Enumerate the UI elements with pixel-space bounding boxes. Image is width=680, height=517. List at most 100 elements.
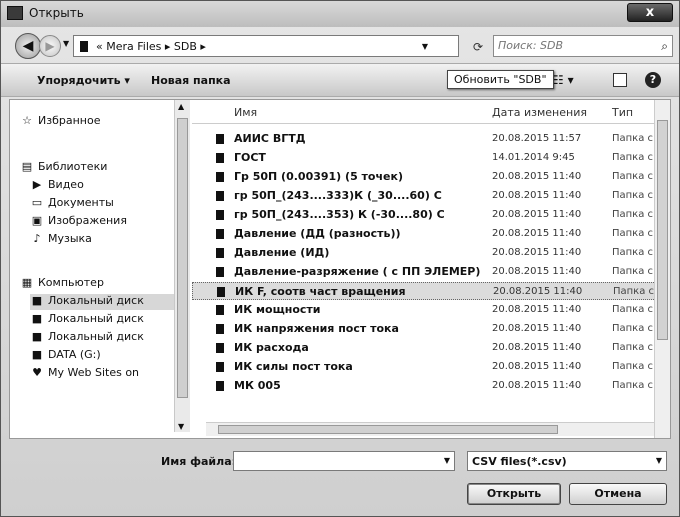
sidebar-item-local-disk[interactable]: ■ Локальный диск bbox=[30, 312, 176, 328]
back-button[interactable]: ◀ bbox=[15, 33, 41, 59]
folder-icon bbox=[216, 229, 224, 239]
file-row[interactable]: ИК мощности 20.08.2015 11:40 Папка с ф bbox=[192, 301, 662, 319]
sidebar-item-favorites[interactable]: ☆ Избранное bbox=[20, 114, 176, 130]
search-box[interactable]: ⌕ bbox=[493, 35, 673, 57]
sidebar-item-music[interactable]: ♪ Музыка bbox=[30, 232, 176, 248]
sidebar-item-label: Музыка bbox=[48, 232, 92, 245]
sidebar-item-pictures[interactable]: ▣ Изображения bbox=[30, 214, 176, 230]
file-row[interactable]: ГОСТ 14.01.2014 9:45 Папка с ф bbox=[192, 149, 662, 167]
cancel-button[interactable]: Отмена bbox=[569, 483, 667, 505]
scroll-thumb[interactable] bbox=[218, 425, 558, 434]
filename-field[interactable]: ▼ bbox=[233, 451, 455, 471]
chevron-down-icon[interactable]: ▼ bbox=[656, 456, 662, 465]
scroll-down-icon[interactable]: ▼ bbox=[178, 422, 184, 431]
views-menu-button[interactable]: ☷ ▾ bbox=[553, 73, 574, 87]
file-name: гр 50П_(243....333)К (_30....60) С bbox=[234, 189, 442, 202]
sidebar-item-label: Компьютер bbox=[38, 276, 104, 289]
column-header: Имя Дата изменения Тип bbox=[192, 100, 670, 124]
file-row[interactable]: гр 50П_(243....333)К (_30....60) С 20.08.… bbox=[192, 187, 662, 205]
new-folder-button[interactable]: Новая папка bbox=[151, 74, 231, 87]
column-type[interactable]: Тип bbox=[612, 106, 633, 119]
sidebar-item-label: Документы bbox=[48, 196, 114, 209]
browser-area: ☆ Избранное ▤ Библиотеки ▶ Видео ▭ Документы… bbox=[9, 99, 671, 439]
scroll-thumb[interactable] bbox=[657, 120, 668, 340]
column-date[interactable]: Дата изменения bbox=[492, 106, 587, 119]
file-row[interactable]: Давление-разряжение ( с ПП ЭЛЕМЕР) 20.08.… bbox=[192, 263, 662, 281]
sidebar-item-local-disk[interactable]: ■ Локальный диск bbox=[30, 330, 176, 346]
file-date: 20.08.2015 11:40 bbox=[492, 361, 582, 372]
open-button[interactable]: Открыть bbox=[467, 483, 561, 505]
filetype-value: CSV files(*.csv) bbox=[472, 455, 567, 468]
breadcrumb[interactable]: « Mera Files ▸ SDB ▸ bbox=[96, 40, 206, 53]
folder-icon bbox=[80, 41, 88, 52]
web-icon: ♥ bbox=[32, 366, 42, 379]
file-row[interactable]: МК 005 20.08.2015 11:40 Папка с ф bbox=[192, 377, 662, 395]
file-row[interactable]: гр 50П_(243....353) К (-30....80) С 20.08… bbox=[192, 206, 662, 224]
navigation-bar: ◀ ▶ ▼ « Mera Files ▸ SDB ▸ ▼ ⟳ ⌕ bbox=[1, 27, 679, 63]
help-icon[interactable]: ? bbox=[645, 72, 661, 88]
sidebar-item-web-sites[interactable]: ♥ My Web Sites on bbox=[30, 366, 176, 382]
close-button[interactable]: x bbox=[627, 3, 673, 22]
sidebar-item-local-disk[interactable]: ■ Локальный диск bbox=[30, 294, 176, 310]
sidebar-item-computer[interactable]: ▦ Компьютер bbox=[20, 276, 176, 292]
folder-icon bbox=[216, 343, 224, 353]
scroll-thumb[interactable] bbox=[177, 118, 188, 398]
file-date: 14.01.2014 9:45 bbox=[492, 152, 575, 163]
sidebar-item-label: My Web Sites on bbox=[48, 366, 140, 379]
file-row[interactable]: ИК силы пост тока 20.08.2015 11:40 Папка с… bbox=[192, 358, 662, 376]
drive-icon: ■ bbox=[31, 348, 43, 361]
chevron-down-icon[interactable]: ▼ bbox=[444, 456, 450, 465]
recent-pages-dropdown[interactable]: ▼ bbox=[63, 39, 69, 48]
organize-menu-button[interactable]: Упорядочить ▾ bbox=[37, 74, 130, 87]
star-icon: ☆ bbox=[22, 114, 32, 127]
column-name[interactable]: Имя bbox=[234, 106, 257, 119]
file-row[interactable]: Гр 50П (0.00391) (5 точек) 20.08.2015 11:… bbox=[192, 168, 662, 186]
pictures-icon: ▣ bbox=[31, 214, 43, 227]
folder-icon bbox=[216, 305, 224, 315]
scroll-up-icon[interactable]: ▲ bbox=[178, 102, 184, 111]
file-name: Давление-разряжение ( с ПП ЭЛЕМЕР) bbox=[234, 265, 481, 278]
sidebar-item-video[interactable]: ▶ Видео bbox=[30, 178, 176, 194]
address-bar[interactable]: « Mera Files ▸ SDB ▸ ▼ bbox=[73, 35, 459, 57]
search-input[interactable] bbox=[498, 39, 648, 52]
preview-pane-icon[interactable] bbox=[613, 73, 627, 87]
drive-icon: ■ bbox=[31, 330, 43, 343]
address-dropdown-icon[interactable]: ▼ bbox=[422, 42, 428, 51]
sidebar-scrollbar[interactable]: ▲ ▼ bbox=[174, 100, 190, 432]
sidebar-item-data-drive[interactable]: ■ DATA (G:) bbox=[30, 348, 176, 364]
title-bar[interactable]: Открыть x bbox=[1, 1, 679, 27]
library-icon: ▤ bbox=[21, 160, 33, 173]
documents-icon: ▭ bbox=[31, 196, 43, 209]
file-name: ИК силы пост тока bbox=[234, 360, 353, 373]
file-list-scrollbar[interactable] bbox=[654, 100, 670, 438]
folder-icon bbox=[216, 172, 224, 182]
refresh-tooltip: Обновить "SDB" bbox=[447, 70, 554, 89]
folder-icon bbox=[216, 134, 224, 144]
sidebar-item-label: Локальный диск bbox=[48, 312, 144, 325]
file-row[interactable]: ИК напряжения пост тока 20.08.2015 11:40 П… bbox=[192, 320, 662, 338]
forward-button[interactable]: ▶ bbox=[39, 35, 61, 57]
file-name: гр 50П_(243....353) К (-30....80) С bbox=[234, 208, 445, 221]
file-name: Давление (ДД (разность)) bbox=[234, 227, 401, 240]
filetype-select[interactable]: CSV files(*.csv) ▼ bbox=[467, 451, 667, 471]
file-row[interactable]: Давление (ИД) 20.08.2015 11:40 Папка с ф bbox=[192, 244, 662, 262]
sidebar-item-libraries[interactable]: ▤ Библиотеки bbox=[20, 160, 176, 176]
search-icon[interactable]: ⌕ bbox=[661, 39, 668, 54]
file-name: Гр 50П (0.00391) (5 точек) bbox=[234, 170, 403, 183]
file-name: Давление (ИД) bbox=[234, 246, 330, 259]
open-file-dialog: Открыть x ◀ ▶ ▼ « Mera Files ▸ SDB ▸ ▼ ⟳… bbox=[0, 0, 680, 517]
folder-icon bbox=[216, 191, 224, 201]
folder-icon bbox=[216, 324, 224, 334]
filename-input[interactable] bbox=[238, 454, 428, 467]
sidebar-item-documents[interactable]: ▭ Документы bbox=[30, 196, 176, 212]
file-date: 20.08.2015 11:40 bbox=[492, 209, 582, 220]
refresh-button[interactable]: ⟳ bbox=[467, 37, 489, 57]
file-row[interactable]: Давление (ДД (разность)) 20.08.2015 11:40… bbox=[192, 225, 662, 243]
file-row[interactable]: ИК расхода 20.08.2015 11:40 Папка с ф bbox=[192, 339, 662, 357]
computer-icon: ▦ bbox=[21, 276, 33, 289]
file-row[interactable]: ИК F, соотв част вращения 20.08.2015 11:4… bbox=[192, 282, 663, 300]
file-row[interactable]: АИИС ВГТД 20.08.2015 11:57 Папка с ф bbox=[192, 130, 662, 148]
folder-icon bbox=[216, 153, 224, 163]
music-icon: ♪ bbox=[33, 232, 41, 245]
horizontal-scrollbar[interactable] bbox=[206, 422, 654, 436]
